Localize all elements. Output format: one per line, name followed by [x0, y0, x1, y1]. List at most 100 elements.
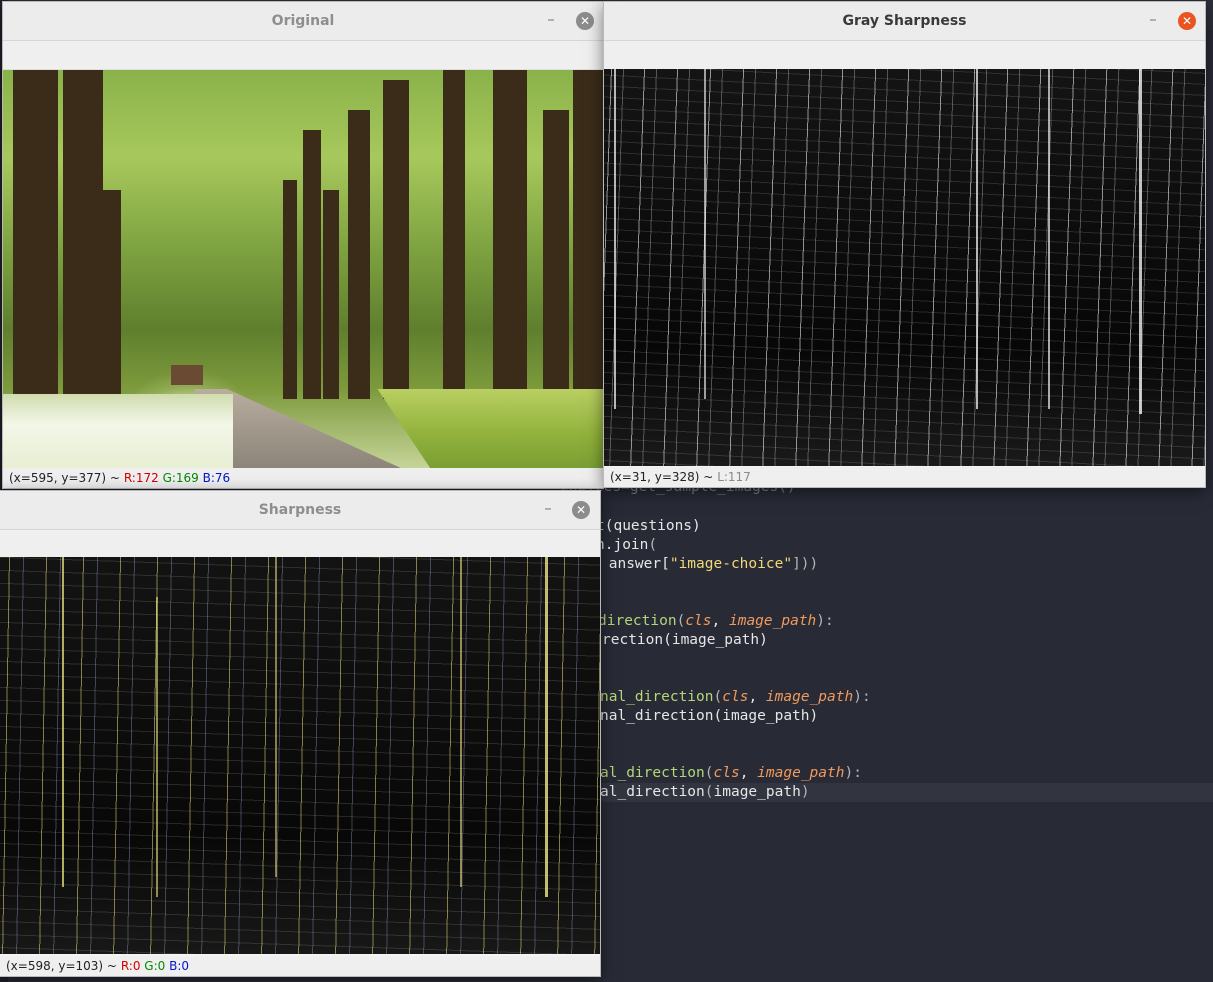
image-canvas[interactable] — [3, 70, 603, 468]
code-token: ): — [816, 613, 834, 629]
code-token: (questions) — [604, 518, 701, 534]
minimize-icon[interactable]: – — [538, 500, 558, 520]
status-blue: B:0 — [169, 959, 190, 973]
code-token: ( — [713, 689, 723, 705]
gray-edge-image — [604, 69, 1205, 466]
code-token: ( — [648, 537, 658, 553]
tree-trunk — [323, 190, 339, 399]
status-green: G:0 — [144, 959, 166, 973]
edge-trunk — [156, 597, 158, 897]
code-line[interactable]: h.join( — [596, 536, 657, 555]
code-token: , — [711, 613, 729, 629]
edge-trunk — [1048, 69, 1050, 409]
minimize-icon[interactable]: – — [541, 11, 561, 31]
code-token: "image-choice" — [669, 556, 793, 572]
flowers-left — [3, 394, 233, 468]
window-toolbar — [0, 530, 600, 559]
distant-house — [171, 365, 203, 385]
image-canvas[interactable] — [0, 557, 600, 954]
window-toolbar — [604, 41, 1205, 70]
code-token: ( — [676, 613, 686, 629]
tree-trunk — [303, 130, 321, 399]
code-line[interactable]: al_direction(image_path) — [600, 783, 1213, 802]
titlebar[interactable]: Original – ✕ — [3, 2, 603, 41]
titlebar[interactable]: Sharpness – ✕ — [0, 491, 600, 530]
tree-trunk — [63, 70, 103, 399]
titlebar[interactable]: Gray Sharpness – ✕ — [604, 2, 1205, 41]
tree-trunk — [103, 190, 121, 399]
tree-trunk — [573, 70, 603, 399]
status-bar: (x=31, y=328) ~ L:117 — [604, 467, 1205, 487]
code-token: answer[ — [600, 556, 670, 572]
code-line[interactable]: direction(cls, image_path): — [598, 612, 834, 631]
window-toolbar — [3, 41, 603, 70]
tree-trunk — [383, 80, 409, 399]
code-token: , — [748, 689, 766, 705]
code-token: ): — [844, 765, 862, 781]
code-token: rection(image_path) — [602, 632, 768, 648]
edge-trunk — [614, 69, 616, 409]
status-green: G:169 — [162, 471, 199, 485]
window-sharpness[interactable]: Sharpness – ✕ (x=598, y=103) ~ R:0 G:0 B… — [0, 491, 600, 976]
code-token: cls — [713, 765, 740, 781]
code-token: h.join — [596, 537, 649, 553]
code-token: al_direction — [600, 784, 705, 800]
window-gray-sharpness[interactable]: Gray Sharpness – ✕ (x=31, y=328) ~ L:117 — [604, 2, 1205, 487]
code-line[interactable]: t(questions) — [596, 517, 701, 536]
status-bar: (x=598, y=103) ~ R:0 G:0 B:0 — [0, 956, 600, 976]
status-red: R:0 — [120, 959, 141, 973]
tree-trunk — [283, 180, 297, 399]
code-token: image_path — [757, 765, 845, 781]
tree-trunk — [13, 70, 58, 399]
code-token: ])) — [792, 556, 819, 572]
close-icon[interactable]: ✕ — [572, 501, 590, 519]
code-token: cls — [722, 689, 749, 705]
forest-photo — [3, 70, 603, 468]
window-title: Original — [271, 13, 335, 29]
code-line[interactable]: nal_direction(image_path) — [600, 707, 818, 726]
code-line[interactable]: answer["image-choice"])) — [600, 555, 819, 574]
code-line[interactable]: nal_direction(cls, image_path): — [600, 688, 871, 707]
code-line[interactable]: rection(image_path) — [602, 631, 768, 650]
code-token: ( — [704, 765, 714, 781]
edge-trunk — [1139, 69, 1142, 414]
close-icon[interactable]: ✕ — [576, 12, 594, 30]
status-coords: (x=31, y=328) ~ — [610, 470, 714, 484]
image-canvas[interactable] — [604, 69, 1205, 466]
code-token: ): — [853, 689, 871, 705]
status-coords: (x=595, y=377) ~ — [9, 471, 120, 485]
window-title: Gray Sharpness — [842, 13, 967, 29]
code-token: nal_direction — [600, 689, 714, 705]
edge-trunk — [545, 557, 548, 897]
code-token: al_direction — [600, 765, 705, 781]
code-token: ( — [704, 784, 714, 800]
tree-trunk — [543, 110, 569, 399]
edge-trunk — [275, 557, 277, 877]
tree-trunk — [348, 110, 370, 399]
edge-trunk — [62, 557, 64, 887]
code-token: nal_direction(image_path) — [600, 708, 819, 724]
window-original[interactable]: Original – ✕ (x=595, y=377) ~ R:172 G:16… — [3, 2, 603, 488]
edge-trunk — [704, 69, 706, 399]
minimize-icon[interactable]: – — [1143, 11, 1163, 31]
code-token: direction — [598, 613, 677, 629]
edge-trunk — [976, 69, 978, 409]
code-token: , — [739, 765, 758, 781]
code-token: image_path — [728, 613, 817, 629]
code-line[interactable]: al_direction(cls, image_path): — [600, 764, 862, 783]
code-token: image_path — [765, 689, 854, 705]
status-bar: (x=595, y=377) ~ R:172 G:169 B:76 — [3, 468, 603, 488]
tree-trunk — [443, 70, 465, 399]
code-token: image_path — [713, 784, 801, 800]
code-token: cls — [685, 613, 712, 629]
window-title: Sharpness — [258, 502, 342, 518]
edge-trunk — [460, 557, 462, 887]
status-red: R:172 — [123, 471, 159, 485]
close-icon[interactable]: ✕ — [1178, 12, 1196, 30]
code-token: ) — [800, 784, 810, 800]
status-luminance: L:117 — [717, 470, 751, 484]
status-blue: B:76 — [202, 471, 231, 485]
status-coords: (x=598, y=103) ~ — [6, 959, 117, 973]
color-edge-image — [0, 557, 600, 954]
tree-trunk — [493, 70, 527, 399]
